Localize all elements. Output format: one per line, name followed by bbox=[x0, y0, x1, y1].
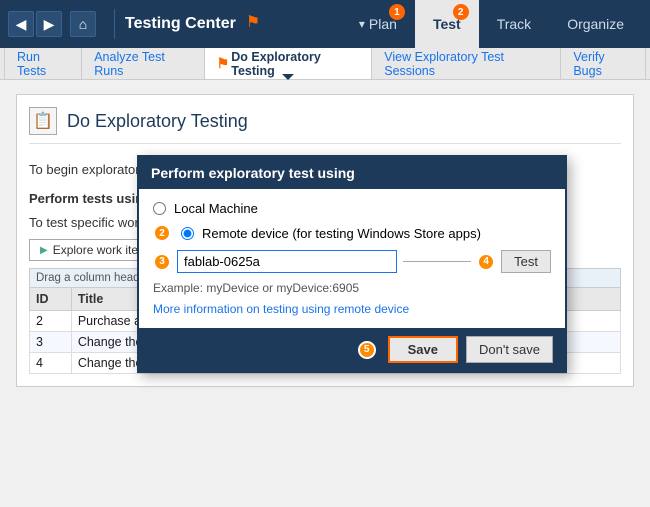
local-machine-row: Local Machine bbox=[153, 201, 551, 216]
remote-device-row: 2 Remote device (for testing Windows Sto… bbox=[153, 224, 551, 242]
exploratory-flag-icon: ⚑ bbox=[217, 55, 230, 72]
input-line-extension bbox=[403, 261, 471, 262]
page-header: 📋 Do Exploratory Testing bbox=[29, 107, 621, 144]
sec-nav-analyze[interactable]: Analyze Test Runs bbox=[82, 48, 204, 79]
main-area: 📋 Do Exploratory Testing To begin explor… bbox=[0, 80, 650, 401]
doc-icon: 📋 bbox=[33, 111, 53, 131]
modal-header: Perform exploratory test using bbox=[139, 157, 565, 189]
annotation-badge-2: 2 bbox=[153, 224, 171, 242]
save-button[interactable]: Save bbox=[388, 336, 458, 363]
test-button[interactable]: Test bbox=[501, 250, 551, 273]
forward-button[interactable]: ▶ bbox=[36, 11, 62, 37]
annotation-badge-3: 3 bbox=[153, 253, 171, 271]
modal-body: Local Machine 2 Remote device (for testi… bbox=[139, 189, 565, 328]
row-id: 2 bbox=[30, 311, 72, 332]
remote-device-label: Remote device (for testing Windows Store… bbox=[202, 226, 481, 241]
content-panel: 📋 Do Exploratory Testing To begin explor… bbox=[16, 94, 634, 387]
row-id: 4 bbox=[30, 353, 72, 374]
modal-title: Perform exploratory test using bbox=[151, 165, 355, 181]
nav-divider bbox=[114, 9, 115, 39]
tab-track[interactable]: Track bbox=[479, 0, 549, 48]
test-flag-badge: 2 bbox=[453, 4, 469, 20]
run-tests-label: Run Tests bbox=[17, 50, 69, 78]
back-button[interactable]: ◀ bbox=[8, 11, 34, 37]
nav-tabs: ▾ Plan 1 Test 2 Track Organize bbox=[333, 0, 642, 48]
app-title: Testing Center bbox=[125, 15, 236, 33]
row-id: 3 bbox=[30, 332, 72, 353]
page-icon: 📋 bbox=[29, 107, 57, 135]
exploratory-label: Do Exploratory Testing bbox=[231, 50, 359, 78]
annotation-badge-5: 5 bbox=[358, 341, 376, 359]
sec-nav-exploratory[interactable]: ⚑ Do Exploratory Testing bbox=[205, 48, 373, 79]
tab-organize-label: Organize bbox=[567, 16, 624, 32]
sec-nav-view-sessions[interactable]: View Exploratory Test Sessions bbox=[372, 48, 561, 79]
device-input-row: 3 4 Test bbox=[153, 250, 551, 273]
exploratory-indicator bbox=[282, 74, 294, 80]
local-machine-radio[interactable] bbox=[153, 202, 166, 215]
sec-nav-run-tests[interactable]: Run Tests bbox=[4, 48, 82, 79]
tab-test[interactable]: Test 2 bbox=[415, 0, 479, 48]
tab-plan-arrow: ▾ bbox=[359, 17, 365, 31]
home-button[interactable]: ⌂ bbox=[70, 11, 96, 37]
explore-work-item-label: Explore work item bbox=[53, 243, 148, 257]
local-machine-label: Local Machine bbox=[174, 201, 258, 216]
top-navigation: ◀ ▶ ⌂ Testing Center ⚑ ▾ Plan 1 Test 2 T… bbox=[0, 0, 650, 48]
remote-info-link[interactable]: More information on testing using remote… bbox=[153, 302, 409, 316]
tab-track-label: Track bbox=[497, 16, 531, 32]
remote-device-radio[interactable] bbox=[181, 227, 194, 240]
page-title: Do Exploratory Testing bbox=[67, 111, 248, 132]
secondary-navigation: Run Tests Analyze Test Runs ⚑ Do Explora… bbox=[0, 48, 650, 80]
flag-icon-1: ⚑ bbox=[246, 12, 260, 32]
device-input[interactable] bbox=[177, 250, 397, 273]
tab-organize[interactable]: Organize bbox=[549, 0, 642, 48]
dont-save-button[interactable]: Don't save bbox=[466, 336, 553, 363]
analyze-label: Analyze Test Runs bbox=[94, 50, 191, 78]
annotation-badge-4: 4 bbox=[477, 253, 495, 271]
sec-nav-verify-bugs[interactable]: Verify Bugs bbox=[561, 48, 646, 79]
plan-flag-badge: 1 bbox=[389, 4, 405, 20]
modal-footer: 5 Save Don't save bbox=[139, 328, 565, 371]
tab-plan[interactable]: ▾ Plan 1 bbox=[341, 0, 415, 48]
verify-bugs-label: Verify Bugs bbox=[573, 50, 633, 78]
tab-test-indicator bbox=[440, 42, 454, 49]
view-sessions-label: View Exploratory Test Sessions bbox=[384, 50, 548, 78]
col-id: ID bbox=[30, 288, 72, 311]
nav-arrows: ◀ ▶ bbox=[8, 11, 62, 37]
modal-dialog: Perform exploratory test using Local Mac… bbox=[137, 155, 567, 373]
work-item-play-icon: ▶ bbox=[40, 245, 48, 256]
example-text: Example: myDevice or myDevice:6905 bbox=[153, 281, 551, 295]
